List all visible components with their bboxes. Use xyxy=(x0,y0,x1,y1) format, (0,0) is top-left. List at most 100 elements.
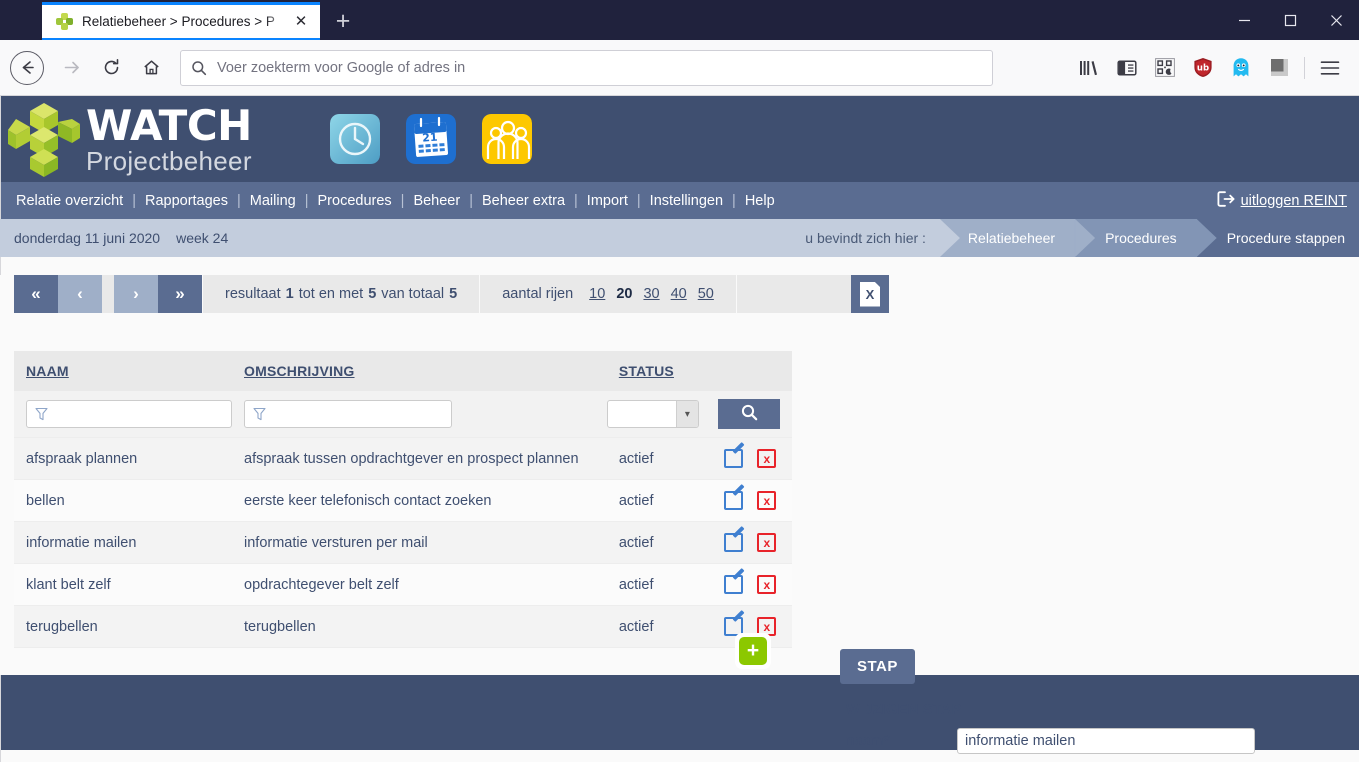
current-date: donderdag 11 juni 2020 xyxy=(14,230,161,246)
pagination-next-group: › » xyxy=(114,275,202,313)
nav-item-procedures[interactable]: Procedures xyxy=(318,193,392,209)
filter-cell-status: ▾ xyxy=(606,391,713,438)
filter-input-omschrijving[interactable] xyxy=(244,400,452,428)
filter-cell-search xyxy=(712,391,792,438)
library-icon[interactable] xyxy=(1070,49,1108,87)
main-navigation: Relatie overzicht | Rapportages | Mailin… xyxy=(0,182,1359,219)
pagination-last-button[interactable]: » xyxy=(158,275,202,313)
calendar-21-icon[interactable]: 21 xyxy=(405,114,456,164)
maximize-icon[interactable] xyxy=(1267,0,1313,40)
rows-option-40[interactable]: 40 xyxy=(671,286,687,302)
edit-pencil-icon[interactable] xyxy=(724,449,744,468)
search-button[interactable] xyxy=(718,399,781,429)
column-header-omschrijving[interactable]: OMSCHRIJVING xyxy=(232,351,607,391)
cell-naam: afspraak plannen xyxy=(14,437,232,480)
back-arrow-icon[interactable] xyxy=(10,50,44,85)
nav-item-beheer-extra[interactable]: Beheer extra xyxy=(482,193,565,209)
svg-text:21: 21 xyxy=(422,131,438,145)
sidebar-icon[interactable] xyxy=(1108,49,1146,87)
toolbar-divider xyxy=(1304,56,1305,79)
pagination-first-button[interactable]: « xyxy=(14,275,58,313)
table-row[interactable]: klant belt zelf opdrachtegever belt zelf… xyxy=(14,563,792,606)
table-row[interactable]: terugbellen terugbellen actief x xyxy=(14,605,792,648)
rows-option-20[interactable]: 20 xyxy=(616,286,632,302)
filter-select-status[interactable]: ▾ xyxy=(606,400,699,428)
close-icon[interactable] xyxy=(1313,0,1359,40)
ublock-origin-icon[interactable]: ub xyxy=(1184,49,1222,87)
breadcrumb-item-relatiebeheer[interactable]: Relatiebeheer xyxy=(939,219,1076,257)
nav-separator: | xyxy=(469,192,473,209)
panel-badge: STAP xyxy=(840,649,915,684)
column-header-actions xyxy=(712,351,792,391)
breadcrumb: u bevindt zich hier : Relatiebeheer Proc… xyxy=(805,219,1359,257)
current-week: week 24 xyxy=(176,230,229,246)
delete-x-icon[interactable]: x xyxy=(757,491,777,510)
nav-item-instellingen[interactable]: Instellingen xyxy=(650,193,723,209)
ghostery-icon[interactable] xyxy=(1222,49,1260,87)
chevron-down-icon: ▾ xyxy=(675,401,698,427)
browser-tab[interactable]: Relatiebeheer > Procedures > P ✕ xyxy=(42,2,320,40)
rows-per-page-options: 10 20 30 40 50 xyxy=(589,286,714,302)
add-step-button[interactable]: + xyxy=(735,633,771,669)
rows-option-30[interactable]: 30 xyxy=(643,286,659,302)
nav-item-beheer[interactable]: Beheer xyxy=(413,193,460,209)
result-suffix: van totaal xyxy=(381,286,445,302)
filter-cell-omschrijving xyxy=(232,391,607,438)
table-row[interactable]: bellen eerste keer telefonisch contact z… xyxy=(14,479,792,522)
nav-item-import[interactable]: Import xyxy=(587,193,628,209)
filter-input-naam[interactable] xyxy=(26,400,232,428)
edit-pencil-icon[interactable] xyxy=(724,491,744,510)
form-row-naam: naam* informatie mailen xyxy=(840,728,1310,754)
nav-item-help[interactable]: Help xyxy=(745,193,775,209)
search-icon xyxy=(191,60,207,76)
cell-status: actief xyxy=(606,479,713,522)
edit-pencil-icon[interactable] xyxy=(724,575,744,594)
tab-favicon-icon xyxy=(56,12,73,30)
hamburger-menu-icon[interactable] xyxy=(1311,49,1349,87)
column-header-naam[interactable]: NAAM xyxy=(14,351,232,391)
result-prefix: resultaat xyxy=(225,286,281,302)
delete-x-icon[interactable]: x xyxy=(757,449,777,468)
logout-button[interactable]: uitloggen REINT xyxy=(1217,190,1347,211)
nav-item-rapportages[interactable]: Rapportages xyxy=(145,193,228,209)
cell-naam: informatie mailen xyxy=(14,521,232,564)
gray-square-extension-icon[interactable] xyxy=(1260,49,1298,87)
cell-naam: bellen xyxy=(14,479,232,522)
app-logo[interactable]: WATCH Projectbeheer xyxy=(8,99,252,179)
rows-option-50[interactable]: 50 xyxy=(698,286,714,302)
people-group-icon[interactable] xyxy=(481,114,532,164)
nav-item-mailing[interactable]: Mailing xyxy=(250,193,296,209)
rows-option-10[interactable]: 10 xyxy=(589,286,605,302)
excel-export-button[interactable]: X xyxy=(851,275,889,313)
edit-pencil-icon[interactable] xyxy=(724,533,744,552)
pagination-next-button[interactable]: › xyxy=(114,275,158,313)
nav-separator: | xyxy=(304,192,309,209)
delete-x-icon[interactable]: x xyxy=(757,533,777,552)
url-bar[interactable]: Voer zoekterm voor Google of adres in xyxy=(180,49,993,86)
svg-text:ub: ub xyxy=(1197,64,1209,74)
tab-strip: Relatiebeheer > Procedures > P ✕ + xyxy=(0,0,1359,40)
filter-cell-naam xyxy=(14,391,232,438)
column-header-status[interactable]: STATUS xyxy=(606,351,713,391)
input-naam[interactable]: informatie mailen xyxy=(957,728,1255,754)
result-to: 5 xyxy=(368,286,377,302)
delete-x-icon[interactable]: x xyxy=(757,575,777,594)
forward-arrow-icon[interactable] xyxy=(52,49,90,87)
cell-status: actief xyxy=(606,521,713,564)
reload-icon[interactable] xyxy=(92,49,130,87)
pagination-prev-group: « ‹ xyxy=(14,275,102,313)
clock-icon[interactable] xyxy=(329,114,380,164)
tab-close-icon[interactable]: ✕ xyxy=(290,10,312,32)
minimize-icon[interactable] xyxy=(1221,0,1267,40)
nav-item-relatie-overzicht[interactable]: Relatie overzicht xyxy=(16,193,123,209)
current-date-block: donderdag 11 juni 2020 week 24 xyxy=(0,230,228,246)
qr-night-icon[interactable] xyxy=(1146,49,1184,87)
new-tab-button[interactable]: + xyxy=(326,4,360,38)
nav-separator: | xyxy=(237,192,241,209)
breadcrumb-item-procedure-stappen[interactable]: Procedure stappen xyxy=(1196,219,1359,257)
breadcrumb-item-procedures[interactable]: Procedures xyxy=(1075,219,1197,257)
table-row[interactable]: informatie mailen informatie versturen p… xyxy=(14,521,792,564)
table-row[interactable]: afspraak plannen afspraak tussen opdrach… xyxy=(14,437,792,480)
home-icon[interactable] xyxy=(132,49,170,87)
pagination-prev-button[interactable]: ‹ xyxy=(58,275,102,313)
